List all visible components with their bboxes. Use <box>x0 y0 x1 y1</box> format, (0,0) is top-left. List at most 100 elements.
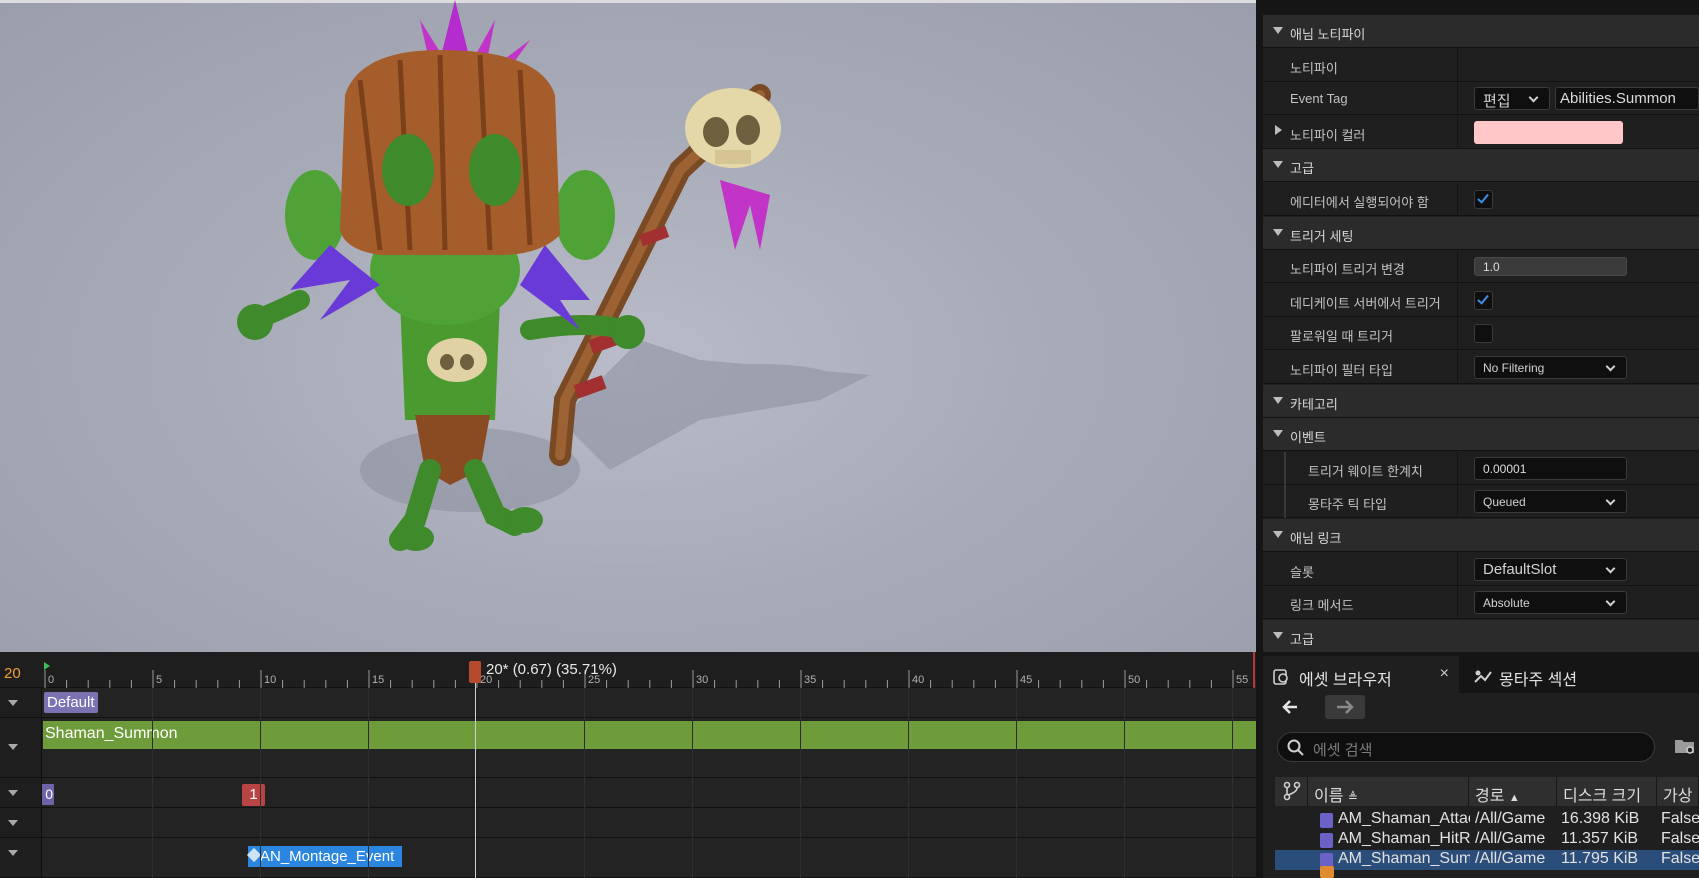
section-marker-1[interactable]: 1 <box>242 784 265 806</box>
column-splitter[interactable] <box>1457 351 1458 384</box>
column-splitter[interactable] <box>1457 485 1458 519</box>
section-marker-0[interactable]: 0 <box>42 784 54 805</box>
column-splitter[interactable] <box>1457 552 1458 586</box>
chevron-down-icon[interactable] <box>8 820 18 826</box>
column-name[interactable]: 이름 ≜ <box>1308 777 1469 806</box>
slot-group-track[interactable]: Default <box>0 688 1256 718</box>
dropdown-select[interactable]: Absolute <box>1474 591 1627 615</box>
chevron-down-icon[interactable] <box>8 790 18 796</box>
chevron-down-icon[interactable] <box>8 744 18 750</box>
category-row[interactable]: 애님 링크 <box>1263 519 1699 552</box>
column-splitter[interactable] <box>1457 115 1458 149</box>
column-splitter[interactable] <box>1457 451 1458 485</box>
expand-arrow-icon[interactable] <box>1273 531 1283 538</box>
property-row: 노티파이 필터 타입 No Filtering <box>1263 351 1699 384</box>
expand-right-arrow-icon[interactable] <box>1275 124 1282 135</box>
notify-event-bar[interactable]: AN_Montage_Event <box>248 846 402 867</box>
notify-track-2[interactable]: AN_Montage_Event <box>0 838 1256 878</box>
category-row[interactable]: 이벤트 <box>1263 418 1699 452</box>
asset-search-input[interactable]: 에셋 검색 <box>1277 732 1655 762</box>
track-gutter <box>0 838 42 877</box>
chevron-down-icon[interactable] <box>8 850 18 856</box>
asset-row[interactable]: AM_Shaman_HitReact/All/Game 11.357 KiB Fal… <box>1275 830 1699 850</box>
column-source-control[interactable] <box>1275 777 1308 806</box>
timeline-grid-line <box>692 688 693 878</box>
browse-search-icon <box>1273 669 1288 685</box>
asset-size: 16.398 KiB <box>1561 810 1640 827</box>
edit-tag-button[interactable]: 편집 <box>1474 87 1550 111</box>
column-splitter[interactable] <box>1457 48 1458 82</box>
expand-arrow-icon[interactable] <box>1273 161 1283 169</box>
notify-track-1[interactable] <box>0 808 1256 838</box>
category-row[interactable]: 고급 <box>1263 619 1699 652</box>
asset-virtual: False <box>1661 830 1699 847</box>
category-row[interactable]: 카테고리 <box>1263 384 1699 418</box>
playhead-handle[interactable] <box>469 661 481 683</box>
ruler-tick-label: 0 <box>48 674 54 686</box>
timeline-ruler[interactable]: 20 0 5 10 15 20 25 30 35 40 45 50 55 <box>0 652 1256 688</box>
asset-path: /All/Game <box>1475 850 1546 867</box>
column-splitter[interactable] <box>1457 183 1458 216</box>
asset-name: AM_Shaman_Attack <box>1338 810 1470 827</box>
search-placeholder: 에셋 검색 <box>1313 742 1373 759</box>
column-splitter[interactable] <box>1457 586 1458 620</box>
forward-button[interactable] <box>1325 695 1365 719</box>
numeric-input[interactable]: 1.0 <box>1474 257 1627 277</box>
property-row: 에디터에서 실행되어야 함 <box>1263 183 1699 216</box>
asset-size: 11.795 KiB <box>1561 850 1639 867</box>
chevron-down-icon[interactable] <box>8 700 18 706</box>
property-row: 팔로워일 때 트리거 <box>1263 317 1699 351</box>
category-row[interactable]: 트리거 세팅 <box>1263 216 1699 250</box>
expand-arrow-icon[interactable] <box>1273 228 1283 236</box>
chevron-down-icon <box>1605 361 1616 372</box>
slot-group-label[interactable]: Default <box>44 692 98 713</box>
montage-section-bar[interactable]: Shaman_Summon <box>43 721 1256 749</box>
section-track[interactable]: Shaman_Summon <box>0 718 1256 778</box>
column-splitter[interactable] <box>1457 250 1458 284</box>
asset-virtual: False <box>1661 810 1699 827</box>
back-button[interactable] <box>1276 695 1306 719</box>
expand-arrow-icon[interactable] <box>1273 396 1283 404</box>
edit-label: 편집 <box>1483 93 1511 111</box>
expand-arrow-icon[interactable] <box>1273 430 1283 438</box>
asset-row[interactable]: AM_Shaman_Summon/All/Game 11.795 KiB False <box>1275 850 1699 870</box>
column-disk-size[interactable]: 디스크 크기 <box>1557 777 1657 806</box>
folder-settings-icon[interactable] <box>1674 737 1696 755</box>
checkbox[interactable] <box>1474 324 1493 344</box>
playhead-label: 20* (0.67) (35.71%) <box>486 661 617 678</box>
asset-path: /All/Game <box>1475 830 1546 847</box>
tab-asset-browser[interactable]: 에셋 브라우저 × <box>1263 656 1459 693</box>
column-virtual[interactable]: 가상 <box>1657 777 1699 806</box>
track-gutter <box>0 808 42 837</box>
checkbox[interactable] <box>1474 290 1493 310</box>
property-label: 팔로워일 때 트리거 <box>1290 329 1393 345</box>
category-row[interactable]: 애님 노티파이 <box>1263 15 1699 48</box>
start-marker-icon <box>44 662 50 670</box>
column-splitter[interactable] <box>1457 317 1458 351</box>
asset-row[interactable]: AM_Shaman_Attack/All/Game 16.398 KiB False <box>1275 810 1699 830</box>
animation-viewport[interactable] <box>0 0 1256 652</box>
dropdown-select[interactable]: Queued <box>1474 490 1627 514</box>
check-icon <box>1477 191 1489 204</box>
column-path[interactable]: 경로 ▲ <box>1469 777 1557 806</box>
tab-montage-sections[interactable]: 몽타주 섹션 <box>1463 656 1623 693</box>
property-label: 슬롯 <box>1290 564 1314 580</box>
column-splitter[interactable] <box>1457 283 1458 317</box>
close-icon[interactable]: × <box>1440 665 1449 683</box>
ruler-tick-label: 45 <box>1020 674 1032 686</box>
event-tag-field[interactable]: Abilities.Summon <box>1555 87 1699 111</box>
column-splitter[interactable] <box>1457 82 1458 116</box>
property-label: 데디케이트 서버에서 트리거 <box>1290 295 1441 311</box>
check-icon <box>1477 292 1489 305</box>
category-row[interactable]: 고급 <box>1263 149 1699 183</box>
section-marker-track[interactable]: 0 1 <box>0 778 1256 808</box>
expand-arrow-icon[interactable] <box>1273 631 1283 639</box>
dropdown-select[interactable]: DefaultSlot <box>1474 557 1627 581</box>
expand-arrow-icon[interactable] <box>1273 27 1283 34</box>
dropdown-select[interactable]: No Filtering <box>1474 356 1627 379</box>
numeric-input[interactable]: 0.00001 <box>1474 456 1627 480</box>
notify-color-swatch[interactable] <box>1474 120 1623 144</box>
montage-timeline[interactable]: 20 0 5 10 15 20 25 30 35 40 45 50 55 Default Shaman… <box>0 652 1256 878</box>
timeline-grid-line <box>1016 688 1017 878</box>
checkbox[interactable] <box>1474 190 1493 209</box>
